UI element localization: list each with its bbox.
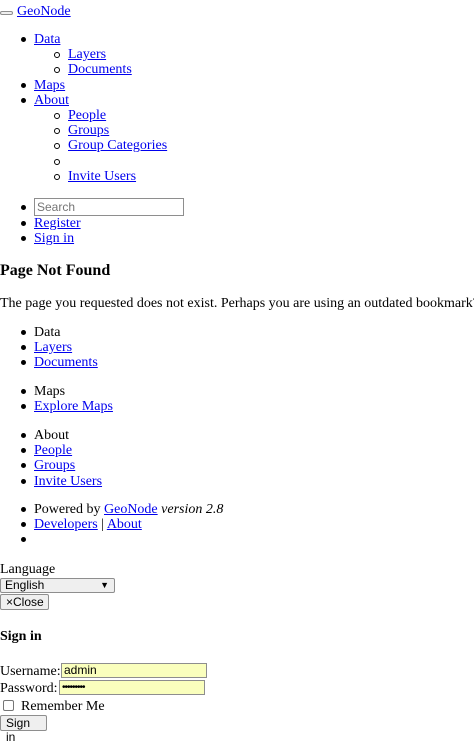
navbar-toggle-button[interactable] <box>0 11 13 15</box>
footer-maps-list: Maps Explore Maps <box>21 384 113 414</box>
nav-groups-link[interactable]: Groups <box>68 123 109 138</box>
footer-item: Explore Maps <box>21 399 113 414</box>
footer-item: People <box>20 443 102 458</box>
footer-people-link[interactable]: People <box>34 443 72 458</box>
submenu-item: Documents <box>54 62 132 77</box>
username-label: Username: <box>0 664 61 679</box>
register-item: Register <box>21 216 81 231</box>
nav-maps-link[interactable]: Maps <box>34 78 65 93</box>
data-submenu: Layers Documents <box>54 47 132 77</box>
password-label: Password: <box>0 681 58 696</box>
error-message: The page you requested does not exist. P… <box>0 296 474 311</box>
footer-layers-link[interactable]: Layers <box>34 340 72 355</box>
footer-geonode-link[interactable]: GeoNode <box>104 502 158 517</box>
footer-heading: About <box>20 428 102 443</box>
submenu-item: Groups <box>53 123 167 138</box>
remember-me-label: Remember Me <box>21 699 105 714</box>
brand-link[interactable]: GeoNode <box>17 4 71 19</box>
submenu-item: Invite Users <box>53 169 167 184</box>
main-nav-2: Maps About <box>21 78 69 108</box>
search-input[interactable] <box>34 198 184 216</box>
submenu-item: People <box>53 108 167 123</box>
submenu-divider <box>53 154 167 169</box>
footer-developers-link[interactable]: Developers <box>34 517 98 532</box>
nav-documents-link[interactable]: Documents <box>68 62 132 77</box>
footer-heading: Data <box>21 325 98 340</box>
signin-submit-button[interactable]: Sign in <box>0 715 47 744</box>
footer-data-list: Data Layers Documents <box>21 325 98 371</box>
about-submenu: People Groups Group Categories Invite Us… <box>53 108 167 184</box>
language-label: Language <box>0 562 56 577</box>
footer-about-link[interactable]: About <box>107 517 142 532</box>
footer-invite-users-link[interactable]: Invite Users <box>34 474 102 489</box>
footer-item: Invite Users <box>20 474 102 489</box>
nav-item-data: Data <box>20 32 60 47</box>
page-title: Page Not Found <box>0 262 111 279</box>
nav-people-link[interactable]: People <box>68 108 106 123</box>
footer-heading: Maps <box>21 384 113 399</box>
footer-item: Groups <box>20 458 102 473</box>
version-text: version 2.8 <box>161 502 224 517</box>
footer-item: Documents <box>21 355 98 370</box>
password-input[interactable]: ••••••••• <box>59 680 205 695</box>
footer-explore-maps-link[interactable]: Explore Maps <box>34 399 113 414</box>
footer-documents-link[interactable]: Documents <box>34 355 98 370</box>
footer-groups-link[interactable]: Groups <box>34 458 75 473</box>
chevron-down-icon: ▼ <box>100 580 109 590</box>
language-selected: English <box>5 578 45 592</box>
remember-me-checkbox[interactable] <box>3 700 14 711</box>
nav-invite-users-link[interactable]: Invite Users <box>68 169 136 184</box>
signin-link[interactable]: Sign in <box>34 231 74 246</box>
footer-about-list: About People Groups Invite Users <box>20 428 102 489</box>
register-link[interactable]: Register <box>34 216 81 231</box>
nav-data-link[interactable]: Data <box>34 32 60 47</box>
footer-empty-item <box>20 532 223 547</box>
nav-layers-link[interactable]: Layers <box>68 47 106 62</box>
powered-by-line: Powered by GeoNode version 2.8 <box>20 502 224 517</box>
nav-group-categories-link[interactable]: Group Categories <box>68 138 167 153</box>
nav-item-maps: Maps <box>21 78 69 93</box>
developer-links-line: Developers | About <box>20 517 223 532</box>
submenu-item: Layers <box>54 47 132 62</box>
footer-item: Layers <box>21 340 98 355</box>
main-nav: Data <box>20 32 60 47</box>
signin-item: Sign in <box>21 231 81 246</box>
signin-title: Sign in <box>0 629 42 644</box>
footer-credits-list: Powered by GeoNode version 2.8 Developer… <box>20 502 224 548</box>
submenu-item: Group Categories <box>53 138 167 153</box>
username-input[interactable]: admin <box>61 663 207 678</box>
language-select[interactable]: English ▼ <box>0 578 115 593</box>
close-button[interactable]: ×Close <box>0 594 49 610</box>
auth-nav: Register Sign in <box>21 216 81 246</box>
nav-about-link[interactable]: About <box>34 93 69 108</box>
nav-item-about: About <box>21 93 69 108</box>
